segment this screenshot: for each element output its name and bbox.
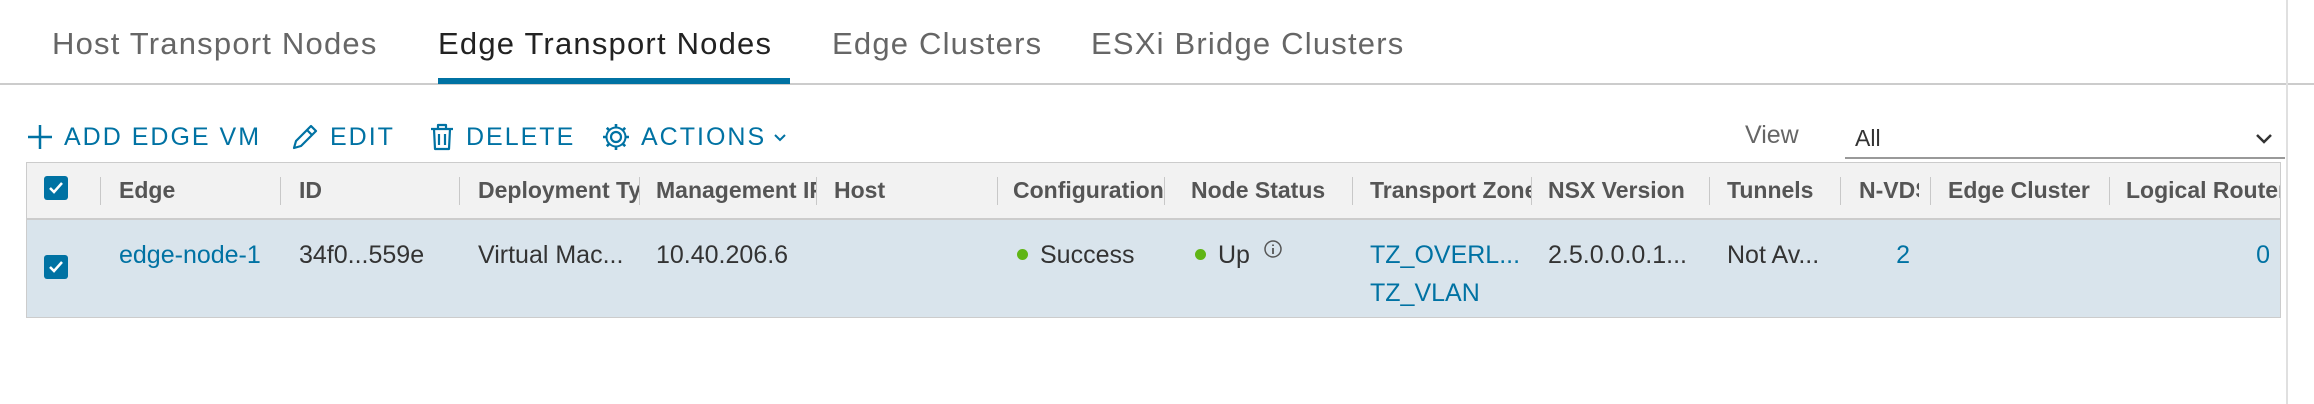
column-separator[interactable] <box>459 177 460 205</box>
column-header-tunnels[interactable]: Tunnels <box>1710 163 1840 218</box>
add-edge-vm-button[interactable]: ADD EDGE VM <box>26 119 261 155</box>
node-status: Up <box>1195 237 1355 273</box>
column-header-id[interactable]: ID <box>282 163 459 218</box>
edge-name-link[interactable]: edge-node-1 <box>102 237 280 273</box>
column-header-edge-cluster[interactable]: Edge Cluster <box>1931 163 2109 218</box>
column-header-nsx-version[interactable]: NSX Version <box>1531 163 1709 218</box>
configuration-state-text: Success <box>1040 241 1135 269</box>
plus-icon <box>28 125 52 149</box>
column-header-deployment-type[interactable]: Deployment Ty <box>461 163 639 218</box>
column-separator <box>100 177 101 205</box>
deployment-type: Virtual Mac... <box>478 241 624 269</box>
view-label: View <box>1745 121 1799 149</box>
active-tab-indicator <box>438 78 790 84</box>
tab-edge-clusters[interactable]: Edge Clusters <box>832 26 1042 62</box>
column-header-edge[interactable]: Edge <box>102 163 280 218</box>
tab-esxi-bridge-clusters[interactable]: ESXi Bridge Clusters <box>1091 26 1404 62</box>
trash-icon <box>431 123 453 151</box>
management-ip: 10.40.206.6 <box>656 241 789 269</box>
column-header-transport-zone[interactable]: Transport Zone <box>1353 163 1531 218</box>
node-id: 34f0...559e <box>299 241 425 269</box>
nsx-version: 2.5.0.0.0.1... <box>1548 241 1687 269</box>
up-status-dot <box>1195 248 1206 260</box>
delete-button[interactable]: DELETE <box>428 119 575 155</box>
tab-host-transport-nodes[interactable]: Host Transport Nodes <box>52 26 378 62</box>
column-separator[interactable] <box>1840 177 1841 205</box>
vertical-scrollbar[interactable] <box>2286 0 2288 404</box>
grid-header: Edge ID Deployment Ty Management IP Host… <box>27 163 2280 220</box>
column-separator[interactable] <box>280 177 281 205</box>
column-header-host[interactable]: Host <box>817 163 997 218</box>
edit-label: EDIT <box>330 122 395 151</box>
column-header-node-status[interactable]: Node Status <box>1174 163 1352 218</box>
actions-button[interactable]: ACTIONS <box>601 119 788 155</box>
table-row[interactable]: edge-node-1 34f0...559e Virtual Mac... 1… <box>27 220 2280 317</box>
transport-zone-link[interactable]: TZ_OVERL... <box>1353 237 1531 273</box>
gear-icon <box>603 124 629 150</box>
column-header-management-ip[interactable]: Management IP <box>639 163 816 218</box>
delete-label: DELETE <box>466 122 576 151</box>
column-separator[interactable] <box>1164 177 1165 205</box>
node-status-text: Up <box>1218 241 1250 269</box>
tab-edge-transport-nodes[interactable]: Edge Transport Nodes <box>438 26 772 62</box>
column-header-configuration-state[interactable]: Configuration S <box>996 163 1164 218</box>
success-status-dot <box>1017 248 1028 260</box>
edit-button[interactable]: EDIT <box>290 119 395 155</box>
edge-transport-nodes-grid: Edge ID Deployment Ty Management IP Host… <box>26 162 2281 318</box>
view-selected-value: All <box>1855 125 1881 151</box>
pencil-icon <box>292 124 318 150</box>
n-vds-count-link[interactable]: 2 <box>1842 237 1930 273</box>
transport-zone-link[interactable]: TZ_VLAN <box>1353 275 1531 311</box>
select-all-checkbox[interactable] <box>44 176 68 200</box>
view-select[interactable]: All <box>1845 117 2285 159</box>
chevron-down-icon <box>774 134 786 142</box>
add-edge-vm-label: ADD EDGE VM <box>64 122 262 151</box>
tunnels: Not Av... <box>1727 241 1820 269</box>
tab-bar: Host Transport Nodes Edge Transport Node… <box>0 0 2314 85</box>
column-header-logical-routers[interactable]: Logical Routers <box>2109 163 2280 218</box>
actions-label: ACTIONS <box>641 122 767 151</box>
row-select-checkbox[interactable] <box>44 255 68 279</box>
info-icon[interactable] <box>1263 239 1283 259</box>
logical-routers-count-link[interactable]: 0 <box>2109 237 2280 273</box>
chevron-down-icon <box>2256 134 2272 144</box>
configuration-state: Success <box>1017 237 1177 273</box>
column-header-n-vds[interactable]: N-VDS <box>1842 163 1919 218</box>
